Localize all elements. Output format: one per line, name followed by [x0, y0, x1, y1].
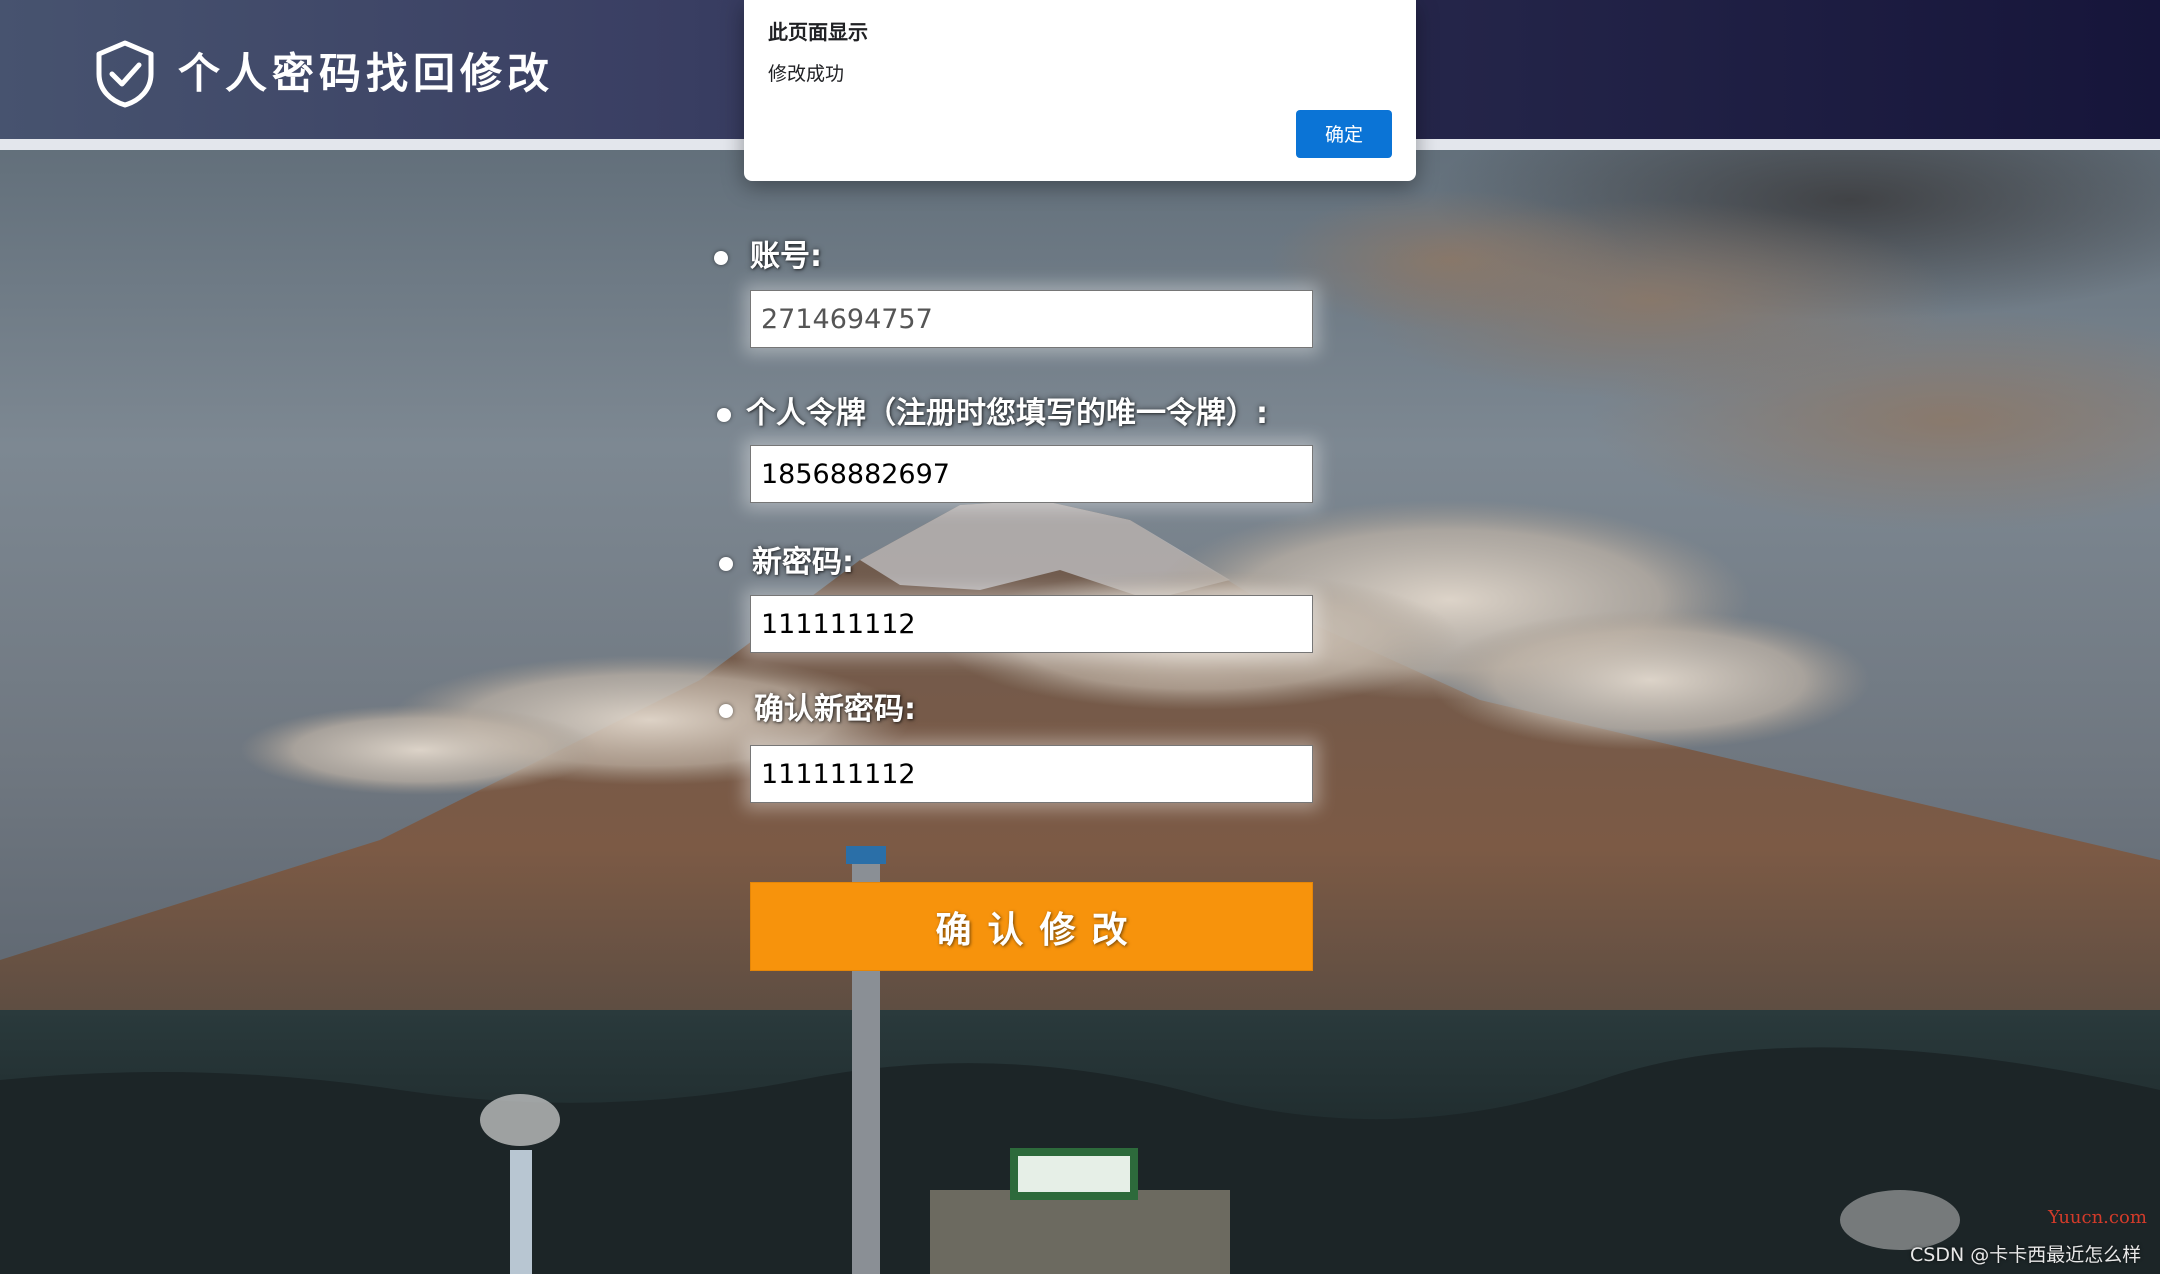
alert-dialog: 此页面显示 修改成功 确定 [744, 0, 1416, 181]
site-watermark: Yuucn.com [2048, 1207, 2147, 1228]
confirm-password-input[interactable] [750, 745, 1313, 803]
csdn-watermark: CSDN @卡卡西最近怎么样 [1910, 1244, 2142, 1266]
token-label: 个人令牌（注册时您填写的唯一令牌）: [746, 396, 1268, 431]
account-input[interactable] [750, 290, 1313, 348]
bullet-icon [719, 557, 733, 571]
page-title: 个人密码找回修改 [178, 49, 555, 98]
new-password-label: 新密码: [752, 545, 854, 580]
token-input[interactable] [750, 445, 1313, 503]
shield-check-icon [96, 40, 154, 108]
dialog-message: 修改成功 [768, 63, 845, 85]
dialog-ok-button[interactable]: 确定 [1296, 110, 1392, 158]
bullet-icon [719, 704, 733, 718]
bullet-icon [717, 408, 731, 422]
account-label: 账号: [750, 239, 822, 274]
dialog-title: 此页面显示 [768, 20, 868, 44]
bullet-icon [714, 251, 728, 265]
confirm-password-label: 确认新密码: [754, 692, 916, 727]
new-password-input[interactable] [750, 595, 1313, 653]
confirm-change-button[interactable]: 确认修改 [750, 882, 1313, 971]
